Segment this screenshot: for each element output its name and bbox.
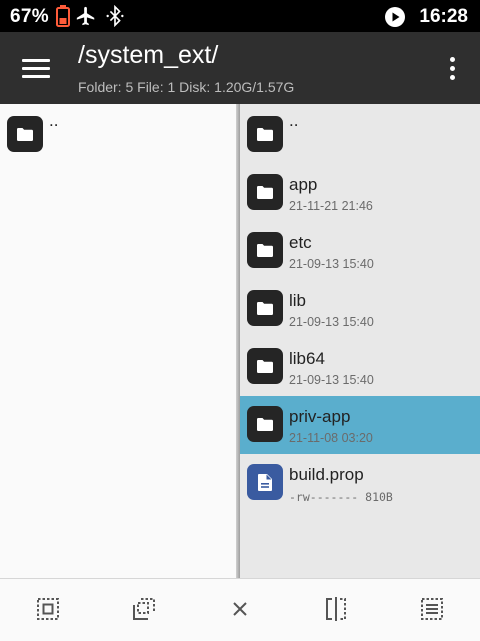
split-view-icon[interactable] [320, 593, 352, 625]
folder-summary: Folder: 5 File: 1 Disk: 1.20G/1.57G [78, 79, 295, 95]
folder-icon [247, 290, 283, 326]
file-name: etc [289, 233, 312, 252]
bluetooth-icon [103, 4, 127, 32]
menu-icon[interactable] [22, 54, 50, 82]
file-name: .. [49, 111, 59, 130]
folder-icon [247, 116, 283, 152]
close-icon[interactable] [224, 593, 256, 625]
clock: 16:28 [419, 6, 468, 27]
right-file-pane: .. app 21-11-21 21:46 etc 21-09-13 15:40… [240, 104, 480, 578]
file-name: lib [289, 291, 307, 310]
document-icon [247, 464, 283, 500]
list-item-parent-dir[interactable]: .. [240, 106, 480, 164]
file-name: .. [289, 111, 299, 130]
select-list-icon[interactable] [416, 593, 448, 625]
select-all-icon[interactable] [32, 593, 64, 625]
bottom-toolbar [0, 578, 480, 641]
file-name: lib64 [289, 349, 325, 368]
list-item-etc[interactable]: etc 21-09-13 15:40 [240, 222, 480, 280]
file-date: 21-11-21 21:46 [289, 199, 373, 213]
folder-icon [247, 348, 283, 384]
list-item-lib[interactable]: lib 21-09-13 15:40 [240, 280, 480, 338]
folder-icon [247, 406, 283, 442]
folder-icon [7, 116, 43, 152]
more-options-icon[interactable] [444, 54, 460, 82]
battery-icon [56, 5, 70, 32]
list-item-app[interactable]: app 21-11-21 21:46 [240, 164, 480, 222]
folder-icon [247, 232, 283, 268]
file-date: 21-11-08 03:20 [289, 431, 373, 445]
select-range-icon[interactable] [128, 593, 160, 625]
file-name: build.prop [289, 465, 364, 484]
media-playing-icon [384, 6, 406, 33]
current-path-title: /system_ext/ [78, 41, 219, 69]
battery-percent: 67% [10, 6, 49, 27]
list-item-build-prop[interactable]: build.prop -rw------- 810B [240, 454, 480, 512]
file-date: 21-09-13 15:40 [289, 315, 374, 329]
file-date: 21-09-13 15:40 [289, 373, 374, 387]
file-permissions-size: -rw------- 810B [289, 490, 393, 504]
app-bar: /system_ext/ Folder: 5 File: 1 Disk: 1.2… [0, 32, 480, 104]
file-date: 21-09-13 15:40 [289, 257, 374, 271]
file-name: app [289, 175, 318, 194]
list-item-parent-dir[interactable]: .. [0, 106, 236, 164]
left-file-pane: .. [0, 104, 236, 578]
list-item-priv-app[interactable]: priv-app 21-11-08 03:20 [240, 396, 480, 454]
airplane-mode-icon [74, 5, 98, 32]
list-item-lib64[interactable]: lib64 21-09-13 15:40 [240, 338, 480, 396]
status-bar: 67% 16:28 [0, 0, 480, 32]
file-name: priv-app [289, 407, 351, 426]
folder-icon [247, 174, 283, 210]
